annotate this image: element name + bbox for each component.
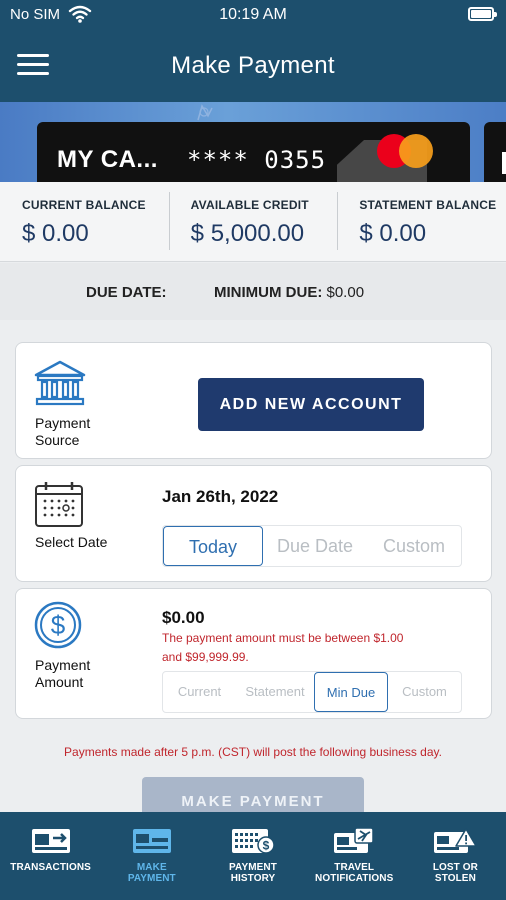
label-line: Payment (35, 657, 91, 673)
balance-label: CURRENT BALANCE (22, 198, 146, 212)
amount-option-current[interactable]: Current (163, 672, 236, 712)
tab-payment-history[interactable]: $ PAYMENT HISTORY (202, 812, 303, 900)
credit-card[interactable]: MY CA... **** 0355 (37, 122, 470, 182)
payment-source-label: Payment Source (35, 415, 90, 449)
tab-label-line: HISTORY (230, 873, 276, 884)
date-option-selector: Today Due Date Custom (162, 525, 462, 567)
tab-label: PAYMENT HISTORY (202, 862, 303, 884)
calendar-icon (35, 482, 83, 527)
minimum-due-label: MINIMUM DUE: (214, 284, 323, 301)
tab-make-payment[interactable]: MAKE PAYMENT (101, 812, 202, 900)
date-option-today[interactable]: Today (163, 526, 263, 566)
tab-label-line: TRAVEL (334, 862, 375, 873)
payment-amount-panel: $ Payment Amount $0.00 The payment amoun… (15, 588, 492, 719)
tab-travel-notifications[interactable]: TRAVEL NOTIFICATIONS (304, 812, 405, 900)
tab-label: TRAVEL NOTIFICATIONS (304, 862, 405, 884)
mastercard-logo-icon (377, 134, 433, 168)
balance-value: $ 0.00 (22, 220, 89, 247)
select-date-panel: Select Date Jan 26th, 2022 Today Due Dat… (15, 465, 492, 582)
selected-date: Jan 26th, 2022 (162, 487, 279, 506)
tab-label: LOST OR STOLEN (405, 862, 506, 884)
card-number: **** 0355 (187, 146, 327, 174)
label-line: Payment (35, 415, 91, 431)
header: Make Payment (0, 30, 506, 102)
make-payment-card-icon (132, 829, 171, 853)
amount-option-custom[interactable]: Custom (388, 672, 461, 712)
svg-text:$: $ (51, 610, 66, 640)
tab-label-line: TRANSACTIONS (10, 862, 91, 873)
battery-icon (468, 7, 497, 21)
balance-value: $ 5,000.00 (190, 220, 305, 247)
tab-transactions[interactable]: TRANSACTIONS (0, 812, 101, 900)
amount-option-selector: Current Statement Min Due Custom (162, 671, 462, 713)
minimum-due-value: $0.00 (326, 284, 365, 301)
tab-label-line: MAKE (136, 862, 167, 873)
tab-lost-or-stolen[interactable]: LOST OR STOLEN (405, 812, 506, 900)
label-line: Source (35, 432, 80, 448)
balance-value: $ 0.00 (359, 220, 427, 247)
error-line: The payment amount must be between $1.00 (162, 631, 404, 645)
amount-option-statement[interactable]: Statement (236, 672, 314, 712)
date-option-custom[interactable]: Custom (367, 526, 461, 566)
payment-amount-value: $0.00 (162, 608, 205, 627)
current-balance: CURRENT BALANCE $ 0.00 (0, 182, 169, 261)
tab-label: MAKE PAYMENT (101, 862, 202, 884)
transactions-card-icon (31, 829, 70, 853)
payment-source-panel: Payment Source ADD NEW ACCOUNT (15, 342, 492, 459)
payment-amount-label: Payment Amount (35, 657, 90, 691)
status-time: 10:19 AM (219, 6, 287, 23)
bottom-tab-bar: TRANSACTIONS MAKE PAYMENT $ PAYMENT HIST (0, 812, 506, 900)
card-name: MY CA... (57, 146, 158, 173)
balance-summary: CURRENT BALANCE $ 0.00 AVAILABLE CREDIT … (0, 182, 506, 262)
due-date-label: DUE DATE: (86, 284, 167, 301)
statement-balance: STATEMENT BALANCE $ 0.00 (337, 182, 506, 261)
page-title: Make Payment (171, 52, 335, 79)
tab-label-line: NOTIFICATIONS (315, 873, 394, 884)
card-carousel[interactable]: MY CA... **** 0355 (0, 102, 506, 182)
minimum-due: MINIMUM DUE: $0.00 (214, 284, 364, 301)
decorative-pattern-icon (197, 104, 213, 121)
error-line: and $99,999.99. (162, 650, 249, 664)
bank-icon (34, 360, 86, 406)
lost-stolen-warning-icon (434, 828, 478, 853)
label-line: Amount (35, 674, 84, 690)
select-date-label: Select Date (35, 534, 108, 550)
dollar-coin-icon: $ (34, 601, 82, 649)
tab-label-line: STOLEN (434, 873, 476, 884)
due-info: DUE DATE: MINIMUM DUE: $0.00 (0, 263, 506, 320)
amount-error-message: The payment amount must be between $1.00… (162, 629, 462, 667)
tab-label-line: LOST OR (432, 862, 478, 873)
cutoff-notice: Payments made after 5 p.m. (CST) will po… (64, 745, 442, 759)
tab-label: TRANSACTIONS (0, 862, 101, 873)
amount-option-min-due[interactable]: Min Due (314, 672, 388, 712)
next-credit-card[interactable] (484, 122, 506, 182)
tab-label-line: PAYMENT (127, 873, 176, 884)
payment-history-icon: $ (232, 829, 275, 854)
add-new-account-button[interactable]: ADD NEW ACCOUNT (198, 378, 424, 431)
tab-label-line: PAYMENT (229, 862, 277, 873)
travel-notifications-icon (334, 828, 374, 853)
available-credit: AVAILABLE CREDIT $ 5,000.00 (168, 182, 338, 261)
status-bar: No SIM 10:19 AM (0, 0, 506, 30)
date-option-due-date[interactable]: Due Date (263, 526, 367, 566)
svg-text:$: $ (263, 839, 270, 853)
balance-label: AVAILABLE CREDIT (190, 198, 309, 212)
balance-label: STATEMENT BALANCE (359, 198, 497, 212)
